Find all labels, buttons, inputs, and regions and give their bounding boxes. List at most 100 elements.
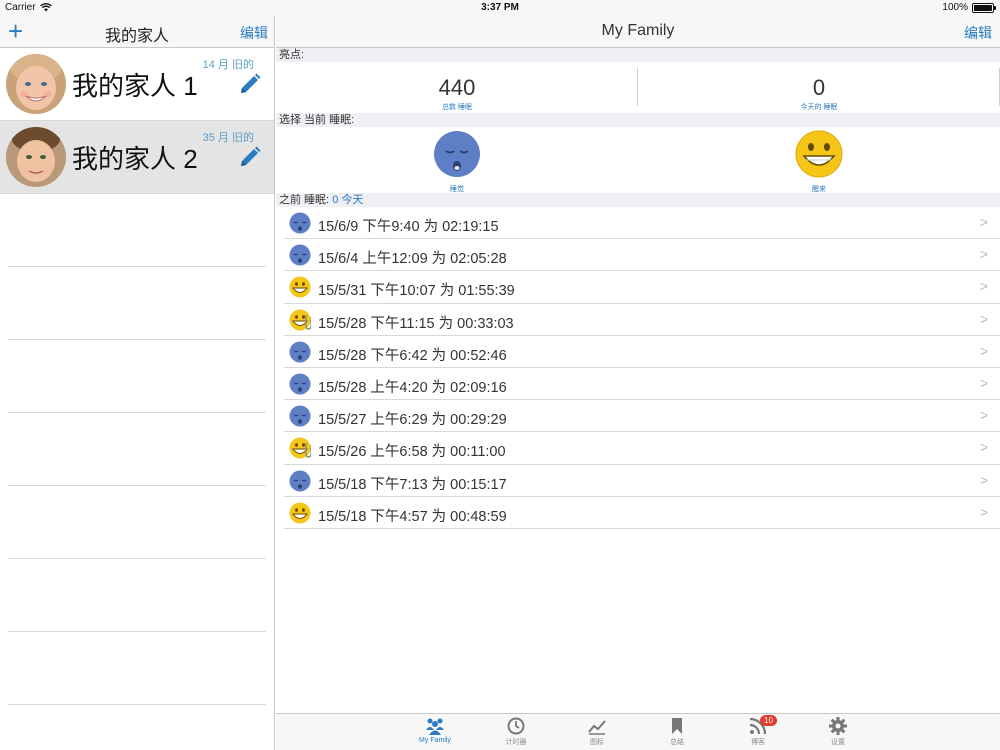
chart-icon	[588, 720, 606, 735]
chevron-right-icon: >	[979, 374, 988, 391]
chevron-right-icon: >	[979, 439, 988, 456]
tab-bar: My Family 计时器 图标 总结 10 博客 设置	[276, 713, 1000, 750]
sleep-entry-text: 15/5/28 上午4:20 为 02:09:16	[318, 379, 507, 396]
tab-label: 总结	[670, 739, 684, 746]
highlights-header: 亮点:	[276, 48, 1000, 62]
smiley-face-icon	[289, 276, 311, 298]
family-icon	[426, 718, 444, 735]
tab-my-family[interactable]: My Family	[405, 716, 465, 744]
chevron-right-icon: >	[979, 342, 988, 359]
sleep-row[interactable]: 15/5/18 下午7:13 为 00:15:17 >	[284, 465, 1000, 497]
battery-icon	[972, 2, 996, 13]
sleep-row[interactable]: 15/5/28 下午6:42 为 00:52:46 >	[284, 336, 1000, 368]
smiley-face-icon	[795, 130, 843, 178]
left-edit-button[interactable]: 编辑	[240, 23, 268, 43]
sleep-entry-text: 15/5/26 上午6:58 为 00:11:00	[318, 444, 506, 461]
left-navbar: + 我的家人 编辑	[0, 16, 274, 48]
sleepy-face-icon	[289, 373, 311, 395]
member-detail-panel: My Family 编辑 亮点: 440 总数 睡眠 0 今天的 睡眠 选择 当…	[276, 16, 1000, 750]
sleep-row[interactable]: 15/5/28 下午11:15 为 00:33:03 >	[284, 304, 1000, 336]
tab-summary[interactable]: 总结	[647, 716, 707, 747]
member-row-2[interactable]: 我的家人 2 35 月 旧的	[0, 121, 274, 194]
chevron-right-icon: >	[979, 471, 988, 488]
chevron-right-icon: >	[979, 246, 988, 263]
sleep-entry-text: 15/5/18 下午4:57 为 00:48:59	[318, 508, 507, 525]
family-list-panel: + 我的家人 编辑 我的家人 1 14 月 旧的 我的家人 2 35 月 旧的	[0, 16, 275, 750]
sleep-choice-label: 睡觉	[450, 186, 464, 193]
total-sleeps-value: 440	[438, 75, 476, 100]
blog-badge: 10	[760, 715, 777, 726]
sleep-row[interactable]: 15/5/18 下午4:57 为 00:48:59 >	[284, 497, 1000, 529]
clock-icon	[507, 717, 525, 735]
sleep-row[interactable]: 15/5/31 下午10:07 为 01:55:39 >	[284, 271, 1000, 304]
tab-label: 计时器	[505, 739, 527, 746]
previous-today-count: 0 今天	[332, 194, 364, 206]
sleepy-face-icon	[289, 341, 311, 363]
tab-label: 图标	[590, 739, 604, 746]
tab-charts[interactable]: 图标	[567, 716, 627, 747]
tab-label: My Family	[419, 737, 451, 744]
pencil-icon[interactable]	[238, 145, 262, 169]
sleep-row[interactable]: 15/5/27 上午6:29 为 00:29:29 >	[284, 400, 1000, 433]
chevron-right-icon: >	[979, 278, 988, 295]
member-row-1[interactable]: 我的家人 1 14 月 旧的	[0, 48, 274, 121]
choose-header: 选择 当前 睡眠:	[276, 113, 1000, 127]
sleep-row[interactable]: 15/6/4 上午12:09 为 02:05:28 >	[284, 239, 1000, 272]
sleep-entry-text: 15/5/28 下午11:15 为 00:33:03	[318, 315, 514, 332]
right-navbar: My Family 编辑	[276, 16, 1000, 48]
sleepy-face-icon	[289, 405, 311, 427]
previous-sleeps-list: 15/6/9 下午9:40 为 02:19:15 >15/6/4 上午12:09 …	[276, 207, 1000, 529]
bookmark-icon	[672, 718, 682, 734]
sleep-choice-button[interactable]: 睡觉	[276, 127, 638, 193]
sleep-entry-text: 15/6/9 下午9:40 为 02:19:15	[318, 219, 499, 235]
chevron-right-icon: >	[979, 503, 988, 520]
smiley-face-icon	[289, 502, 311, 524]
status-bar: Carrier 3:37 PM 100%	[0, 0, 1000, 16]
sleepy-face-icon	[289, 470, 311, 491]
left-nav-title: 我的家人	[104, 28, 169, 45]
total-sleeps-stat: 440 总数 睡眠	[276, 62, 638, 113]
smiley-clip-icon	[289, 437, 311, 459]
sleep-entry-text: 15/5/28 下午6:42 为 00:52:46	[318, 347, 507, 364]
right-edit-button[interactable]: 编辑	[964, 23, 992, 43]
sleepy-face-icon	[289, 244, 311, 266]
tab-label: 博客	[751, 739, 765, 746]
battery-percent: 100%	[942, 2, 968, 13]
empty-list-area	[8, 194, 266, 705]
member-age: 35 月 旧的	[202, 132, 254, 144]
sleep-chooser: 睡觉 醒来	[276, 127, 1000, 193]
sleep-row[interactable]: 15/5/26 上午6:58 为 00:11:00 >	[284, 432, 1000, 465]
avatar	[6, 54, 66, 114]
avatar	[6, 127, 66, 187]
sleepy-face-icon	[289, 212, 311, 234]
sleep-entry-text: 15/5/27 上午6:29 为 00:29:29	[318, 412, 507, 429]
sleep-entry-text: 15/5/18 下午7:13 为 00:15:17	[318, 476, 507, 493]
wake-choice-label: 醒来	[812, 186, 826, 193]
sleep-row[interactable]: 15/5/28 上午4:20 为 02:09:16 >	[284, 368, 1000, 401]
previous-sleeps-header: 之前 睡眠: 0 今天	[276, 193, 1000, 207]
page-title: My Family	[601, 22, 675, 39]
highlights-stats: 440 总数 睡眠 0 今天的 睡眠	[276, 62, 1000, 113]
today-sleeps-value: 0	[812, 75, 826, 100]
chevron-right-icon: >	[979, 407, 988, 424]
smiley-clip-icon	[289, 309, 311, 331]
tab-timer[interactable]: 计时器	[486, 716, 546, 747]
member-age: 14 月 旧的	[202, 59, 254, 71]
today-sleeps-stat: 0 今天的 睡眠	[638, 62, 1000, 113]
sleepy-face-icon	[434, 131, 480, 177]
pencil-icon[interactable]	[238, 72, 262, 96]
tab-blog[interactable]: 10 博客	[728, 715, 788, 747]
gear-icon	[829, 717, 847, 735]
sleep-entry-text: 15/5/31 下午10:07 为 01:55:39	[318, 283, 515, 300]
wake-choice-button[interactable]: 醒来	[638, 127, 1000, 193]
member-name: 我的家人 1	[72, 71, 198, 101]
tab-label: 设置	[831, 739, 845, 746]
chevron-right-icon: >	[979, 310, 988, 327]
tab-settings[interactable]: 设置	[808, 716, 868, 747]
sleep-entry-text: 15/6/4 上午12:09 为 02:05:28	[318, 251, 507, 268]
sleep-row[interactable]: 15/6/9 下午9:40 为 02:19:15 >	[284, 207, 1000, 240]
total-sleeps-label: 总数 睡眠	[442, 104, 472, 111]
chevron-right-icon: >	[979, 214, 988, 230]
today-sleeps-label: 今天的 睡眠	[800, 104, 838, 111]
status-time: 3:37 PM	[481, 2, 519, 13]
